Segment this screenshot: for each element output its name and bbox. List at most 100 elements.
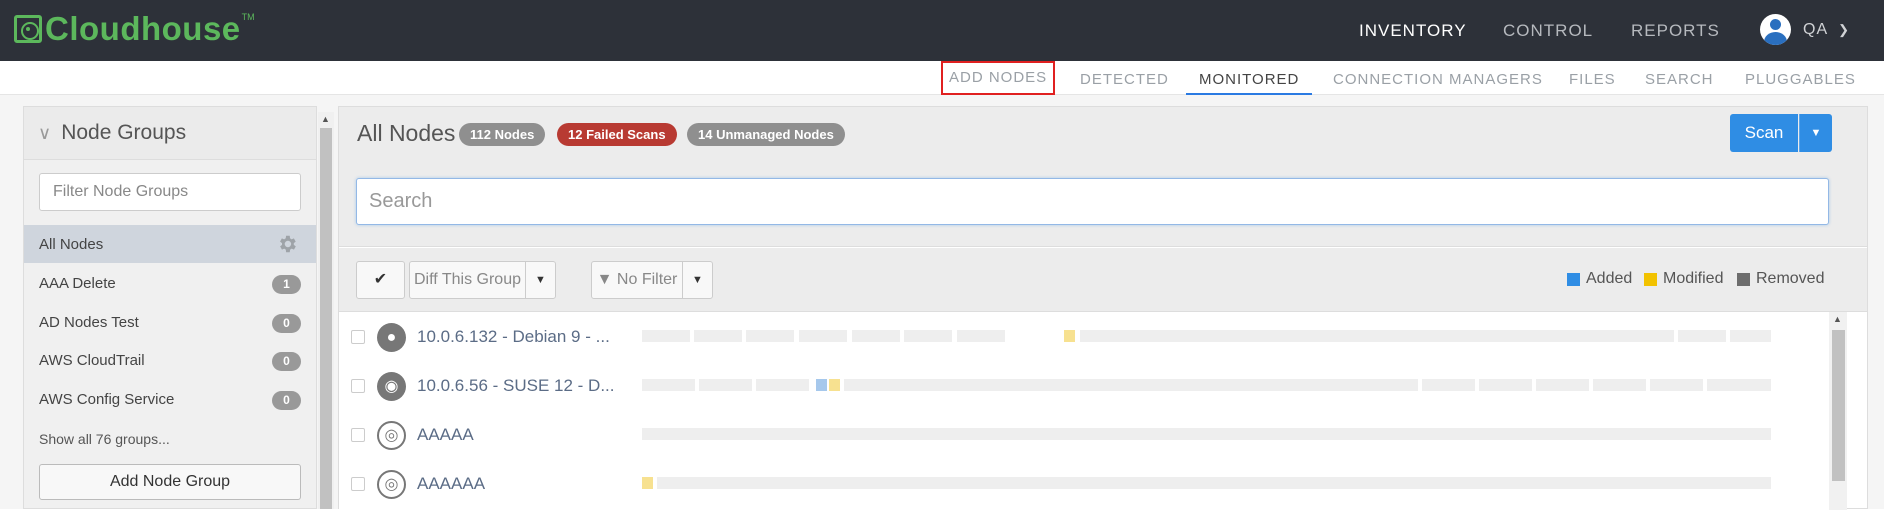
added-marker[interactable] <box>816 379 827 391</box>
select-all-button[interactable]: ✔ <box>356 261 405 299</box>
tab-connection-managers[interactable]: CONNECTION MANAGERS <box>1333 61 1543 95</box>
node-group-ad-nodes-test[interactable]: AD Nodes Test 0 <box>24 303 316 341</box>
legend-label: Removed <box>1756 270 1825 287</box>
globe-icon: ◎ <box>377 470 406 499</box>
node-name[interactable]: AAAAAA <box>417 474 485 494</box>
row-checkbox[interactable] <box>351 330 365 344</box>
user-avatar-icon <box>1760 14 1791 45</box>
node-group-label: AAA Delete <box>39 274 116 292</box>
tab-pluggables[interactable]: PLUGGABLES <box>1745 61 1856 95</box>
node-name[interactable]: 10.0.6.132 - Debian 9 - ... <box>417 327 610 347</box>
node-name[interactable]: AAAAA <box>417 425 474 445</box>
brand-name: Cloudhouse <box>45 10 241 47</box>
modified-marker[interactable] <box>1064 330 1075 342</box>
sidebar-scrollbar[interactable]: ▲ <box>318 112 334 509</box>
gear-icon[interactable] <box>276 233 298 255</box>
node-count-badge: 0 <box>272 352 301 371</box>
node-group-label: AD Nodes Test <box>39 313 139 331</box>
unmanaged-nodes-badge[interactable]: 14 Unmanaged Nodes <box>687 123 845 146</box>
added-swatch <box>1567 272 1580 286</box>
row-checkbox[interactable] <box>351 477 365 491</box>
table-row[interactable]: ◉ 10.0.6.56 - SUSE 12 - D... <box>339 362 1829 411</box>
node-name[interactable]: 10.0.6.56 - SUSE 12 - D... <box>417 376 614 396</box>
caret-down-icon: ▼ <box>692 274 703 286</box>
table-row[interactable]: ◎ AAAAAA <box>339 460 1829 509</box>
all-nodes-panel: All Nodes 112 Nodes 12 Failed Scans 14 U… <box>338 106 1868 510</box>
node-group-label: AWS Config Service <box>39 390 175 408</box>
diff-label: Diff This Group <box>413 271 521 288</box>
diff-this-group-button[interactable]: Diff This Group <box>409 261 526 299</box>
no-filter-button[interactable]: ▼ No Filter <box>591 261 683 299</box>
filter-node-groups-input[interactable] <box>39 173 301 211</box>
node-count-badge: 0 <box>272 391 301 410</box>
scrollbar-thumb[interactable] <box>320 128 332 509</box>
tab-monitored[interactable]: MONITORED <box>1186 61 1313 95</box>
scan-history-timeline <box>642 477 1771 489</box>
checkmark-icon: ✔ <box>373 271 388 288</box>
chevron-down-icon: ❯ <box>1838 21 1850 37</box>
tab-add-nodes[interactable]: ADD NODES <box>941 61 1056 95</box>
node-group-aws-cloudtrail[interactable]: AWS CloudTrail 0 <box>24 341 316 379</box>
nav-inventory[interactable]: INVENTORY <box>1359 21 1467 41</box>
legend-modified: Modified <box>1644 270 1723 288</box>
diff-dropdown-button[interactable]: ▼ <box>525 261 556 299</box>
nav-control[interactable]: CONTROL <box>1503 21 1593 41</box>
user-menu[interactable]: QA ❯ <box>1760 14 1849 45</box>
nodes-count-badge[interactable]: 112 Nodes <box>459 123 546 146</box>
linux-penguin-icon: ● <box>377 323 406 352</box>
node-group-all-nodes[interactable]: All Nodes <box>24 225 316 263</box>
page-title: All Nodes <box>357 120 456 146</box>
failed-scans-badge[interactable]: 12 Failed Scans <box>557 123 677 146</box>
legend-label: Modified <box>1663 270 1724 287</box>
panel-header: All Nodes 112 Nodes 12 Failed Scans 14 U… <box>339 107 1867 247</box>
node-groups-title: Node Groups <box>61 121 187 144</box>
caret-down-icon: ▼ <box>1810 127 1822 139</box>
row-checkbox[interactable] <box>351 379 365 393</box>
node-group-label: AWS CloudTrail <box>39 351 145 369</box>
legend-label: Added <box>1586 270 1633 287</box>
filter-label: No Filter <box>616 271 678 288</box>
node-groups-header[interactable]: ∨ Node Groups <box>24 107 316 160</box>
scan-history-timeline <box>642 379 1771 391</box>
nodes-scrollbar[interactable]: ▲ <box>1829 312 1847 510</box>
user-name: QA <box>1803 20 1829 38</box>
filter-dropdown-button[interactable]: ▼ <box>682 261 713 299</box>
scroll-up-arrow-icon[interactable]: ▲ <box>321 114 330 124</box>
sub-navigation: ADD NODES DETECTED MONITORED CONNECTION … <box>0 61 1884 95</box>
scan-history-timeline <box>642 330 1771 342</box>
scan-button[interactable]: Scan <box>1730 114 1798 152</box>
tab-search[interactable]: SEARCH <box>1645 61 1714 95</box>
modified-swatch <box>1644 272 1657 286</box>
show-all-groups-link[interactable]: Show all 76 groups... <box>39 431 170 447</box>
scan-history-timeline <box>642 428 1771 440</box>
node-count-badge: 1 <box>272 275 301 294</box>
legend-removed: Removed <box>1737 270 1824 288</box>
top-bar: Cloudhouse TM INVENTORY CONTROL REPORTS … <box>0 0 1884 61</box>
add-node-group-button[interactable]: Add Node Group <box>39 464 301 500</box>
node-count-badge: 0 <box>272 314 301 333</box>
legend-added: Added <box>1567 270 1632 288</box>
tab-detected[interactable]: DETECTED <box>1080 61 1169 95</box>
caret-down-icon: ▼ <box>535 274 546 286</box>
table-row[interactable]: ◎ AAAAA <box>339 411 1829 460</box>
tab-files[interactable]: FILES <box>1569 61 1616 95</box>
suse-chameleon-icon: ◉ <box>377 372 406 401</box>
scroll-up-arrow-icon[interactable]: ▲ <box>1833 314 1842 324</box>
node-toolbar: ✔ Diff This Group ▼ ▼ No Filter ▼ Added … <box>339 248 1867 312</box>
cloudhouse-logo[interactable]: Cloudhouse TM <box>14 12 255 46</box>
globe-icon: ◎ <box>377 421 406 450</box>
table-row[interactable]: ● 10.0.6.132 - Debian 9 - ... <box>339 313 1829 362</box>
logo-icon <box>14 15 42 43</box>
node-group-aaa-delete[interactable]: AAA Delete 1 <box>24 264 316 302</box>
node-group-label: All Nodes <box>39 235 104 253</box>
row-checkbox[interactable] <box>351 428 365 442</box>
nav-reports[interactable]: REPORTS <box>1631 21 1720 41</box>
trademark: TM <box>241 12 255 22</box>
node-groups-panel: ∨ Node Groups All Nodes AAA Delete 1 AD … <box>23 106 317 509</box>
node-group-aws-config-service[interactable]: AWS Config Service 0 <box>24 380 316 418</box>
search-input[interactable] <box>356 178 1829 225</box>
scrollbar-thumb[interactable] <box>1832 330 1845 481</box>
modified-marker[interactable] <box>642 477 653 489</box>
modified-marker[interactable] <box>829 379 840 391</box>
scan-dropdown-button[interactable]: ▼ <box>1799 114 1832 152</box>
